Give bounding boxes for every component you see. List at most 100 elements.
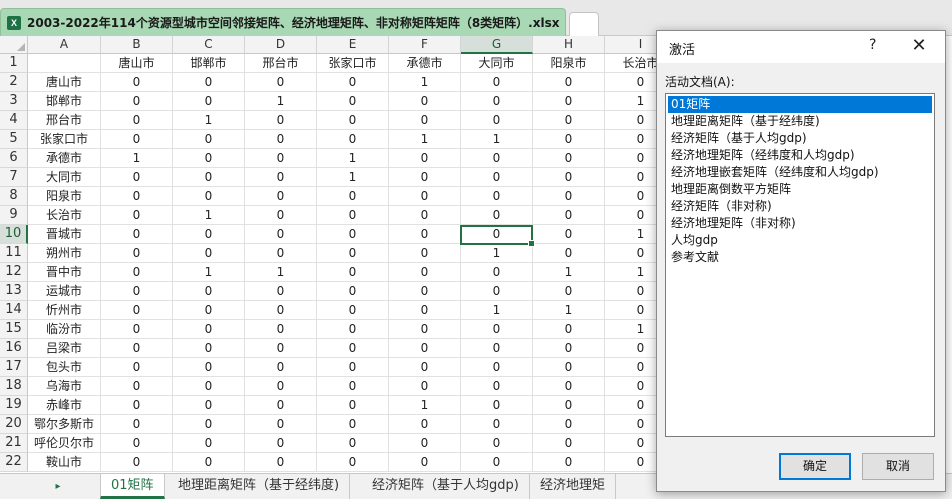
- cell[interactable]: 0: [173, 453, 245, 472]
- cell[interactable]: 张家口市: [317, 54, 389, 73]
- cell[interactable]: 0: [389, 187, 461, 206]
- row-label-cell[interactable]: 阳泉市: [28, 187, 101, 206]
- cell[interactable]: 0: [245, 111, 317, 130]
- cell[interactable]: 0: [533, 187, 605, 206]
- cell[interactable]: 1: [389, 130, 461, 149]
- cell[interactable]: 0: [461, 396, 533, 415]
- cell[interactable]: 0: [533, 396, 605, 415]
- cell[interactable]: 0: [173, 358, 245, 377]
- row-header[interactable]: 10: [0, 225, 28, 244]
- cell[interactable]: 0: [461, 225, 533, 244]
- cell[interactable]: 0: [461, 73, 533, 92]
- list-item[interactable]: 经济地理矩阵（非对称): [668, 215, 932, 232]
- row-header[interactable]: 9: [0, 206, 28, 225]
- cell[interactable]: 0: [389, 244, 461, 263]
- row-header[interactable]: 12: [0, 263, 28, 282]
- row-label-cell[interactable]: 晋城市: [28, 225, 101, 244]
- cell[interactable]: 1: [173, 111, 245, 130]
- cell[interactable]: 0: [317, 301, 389, 320]
- cell[interactable]: 0: [245, 301, 317, 320]
- cell[interactable]: 0: [533, 434, 605, 453]
- cell[interactable]: 0: [101, 244, 173, 263]
- cell[interactable]: 1: [533, 263, 605, 282]
- cell[interactable]: 邢台市: [245, 54, 317, 73]
- cell[interactable]: 0: [245, 168, 317, 187]
- cell[interactable]: 0: [461, 339, 533, 358]
- column-header-e[interactable]: E: [317, 36, 389, 54]
- cell[interactable]: 0: [245, 130, 317, 149]
- cell[interactable]: 0: [101, 206, 173, 225]
- cell[interactable]: 0: [245, 377, 317, 396]
- cell[interactable]: 0: [317, 453, 389, 472]
- cell[interactable]: 1: [461, 244, 533, 263]
- cell[interactable]: 0: [101, 396, 173, 415]
- sheet-tab-econ-geo[interactable]: 经济地理矩: [530, 474, 617, 499]
- column-header-g[interactable]: G: [461, 36, 533, 54]
- cell[interactable]: 0: [317, 282, 389, 301]
- cell[interactable]: 0: [461, 377, 533, 396]
- cell[interactable]: 承德市: [389, 54, 461, 73]
- cell[interactable]: 0: [173, 434, 245, 453]
- cell[interactable]: 0: [317, 358, 389, 377]
- row-header[interactable]: 19: [0, 396, 28, 415]
- cell[interactable]: 0: [389, 92, 461, 111]
- cell[interactable]: 0: [245, 149, 317, 168]
- cell[interactable]: 0: [173, 149, 245, 168]
- cell[interactable]: 0: [533, 320, 605, 339]
- cell[interactable]: 0: [389, 453, 461, 472]
- cell[interactable]: 0: [533, 453, 605, 472]
- row-header[interactable]: 3: [0, 92, 28, 111]
- list-item[interactable]: 经济矩阵（非对称): [668, 198, 932, 215]
- cell[interactable]: 0: [245, 244, 317, 263]
- play-arrow-icon[interactable]: ▸: [50, 479, 66, 495]
- cell[interactable]: 0: [461, 434, 533, 453]
- column-header-f[interactable]: F: [389, 36, 461, 54]
- cell[interactable]: 1: [173, 206, 245, 225]
- cell[interactable]: 0: [533, 206, 605, 225]
- cell[interactable]: 0: [461, 92, 533, 111]
- cell[interactable]: 0: [245, 396, 317, 415]
- cell[interactable]: 0: [317, 377, 389, 396]
- cell[interactable]: 0: [389, 339, 461, 358]
- row-label-cell[interactable]: [28, 54, 101, 73]
- row-label-cell[interactable]: 忻州市: [28, 301, 101, 320]
- cell[interactable]: 0: [101, 225, 173, 244]
- cell[interactable]: 0: [173, 187, 245, 206]
- cell[interactable]: 0: [317, 187, 389, 206]
- row-label-cell[interactable]: 鄂尔多斯市: [28, 415, 101, 434]
- cell[interactable]: 0: [317, 415, 389, 434]
- cell[interactable]: 邯郸市: [173, 54, 245, 73]
- cell[interactable]: 0: [101, 377, 173, 396]
- sheet-tab-geo-distance[interactable]: 地理距离矩阵（基于经纬度): [168, 474, 351, 499]
- cell[interactable]: 唐山市: [101, 54, 173, 73]
- cell[interactable]: 0: [101, 301, 173, 320]
- cell[interactable]: 0: [317, 92, 389, 111]
- cell[interactable]: 0: [245, 225, 317, 244]
- cell[interactable]: 1: [101, 149, 173, 168]
- row-header[interactable]: 21: [0, 434, 28, 453]
- row-header[interactable]: 5: [0, 130, 28, 149]
- cell[interactable]: 0: [389, 263, 461, 282]
- workbook-tab[interactable]: X 2003-2022年114个资源型城市空间邻接矩阵、经济地理矩阵、非对称矩阵…: [0, 8, 566, 36]
- row-label-cell[interactable]: 运城市: [28, 282, 101, 301]
- cell[interactable]: 0: [389, 301, 461, 320]
- row-label-cell[interactable]: 晋中市: [28, 263, 101, 282]
- cell[interactable]: 0: [173, 301, 245, 320]
- cell[interactable]: 0: [173, 415, 245, 434]
- cell[interactable]: 0: [533, 244, 605, 263]
- cell[interactable]: 1: [245, 263, 317, 282]
- row-label-cell[interactable]: 吕梁市: [28, 339, 101, 358]
- cell[interactable]: 1: [389, 396, 461, 415]
- cell[interactable]: 0: [245, 358, 317, 377]
- cell[interactable]: 0: [389, 320, 461, 339]
- cell[interactable]: 0: [461, 111, 533, 130]
- cell[interactable]: 0: [245, 339, 317, 358]
- row-header[interactable]: 22: [0, 453, 28, 472]
- cell[interactable]: 0: [317, 111, 389, 130]
- cell[interactable]: 0: [533, 149, 605, 168]
- cell[interactable]: 0: [389, 282, 461, 301]
- row-label-cell[interactable]: 唐山市: [28, 73, 101, 92]
- cell[interactable]: 0: [389, 168, 461, 187]
- cell[interactable]: 0: [461, 168, 533, 187]
- row-header[interactable]: 7: [0, 168, 28, 187]
